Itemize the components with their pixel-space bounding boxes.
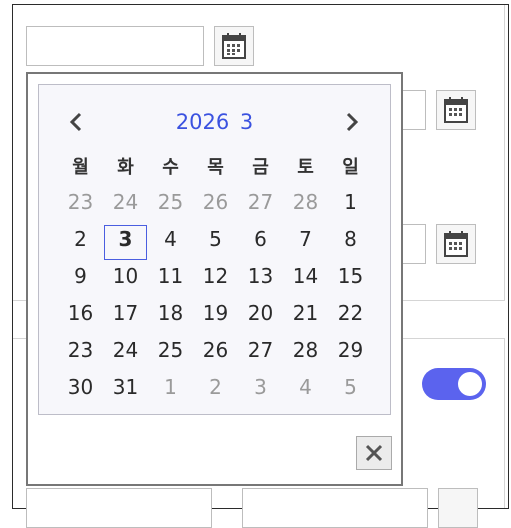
calendar-day[interactable]: 29 (328, 335, 373, 372)
calendar-day[interactable]: 23 (58, 187, 103, 224)
calendar-day[interactable]: 22 (328, 298, 373, 335)
close-icon (365, 444, 383, 462)
chevron-right-icon (346, 112, 359, 132)
calendar-week-row: 30 31 1 2 3 4 5 (58, 372, 373, 409)
calendar-day[interactable]: 1 (148, 372, 193, 409)
calendar-day[interactable]: 2 (193, 372, 238, 409)
calendar-day[interactable]: 28 (283, 187, 328, 224)
calendar-day[interactable]: 1 (328, 187, 373, 224)
weekday-label: 화 (117, 157, 134, 178)
calendar-day[interactable]: 31 (103, 372, 148, 409)
weekday-label: 목 (207, 157, 224, 178)
section-divider (504, 338, 505, 508)
calendar-day[interactable]: 6 (238, 224, 283, 261)
toggle-knob (458, 372, 482, 396)
weekday-label: 월 (72, 157, 89, 178)
calendar-day[interactable]: 5 (193, 224, 238, 261)
calendar-day[interactable]: 25 (148, 187, 193, 224)
calendar-day[interactable]: 10 (103, 261, 148, 298)
calendar-day[interactable]: 19 (193, 298, 238, 335)
calendar-grid: 월 화 수 목 금 토 일 23 24 25 26 27 28 1 2 3 4 5 6 7 8 9 10 11 1… (58, 153, 373, 409)
calendar-day[interactable]: 5 (328, 372, 373, 409)
calendar-day[interactable]: 12 (193, 261, 238, 298)
calendar-day[interactable]: 2 (58, 224, 103, 261)
calendar-day[interactable]: 27 (238, 335, 283, 372)
calendar-day-today[interactable]: 3 (103, 224, 148, 261)
calendar-day[interactable]: 20 (238, 298, 283, 335)
calendar-day[interactable]: 14 (283, 261, 328, 298)
calendar-day[interactable]: 21 (283, 298, 328, 335)
calendar-button[interactable] (436, 224, 476, 264)
toggle-switch[interactable] (422, 368, 486, 400)
month-label: 3 (239, 110, 254, 134)
year-label: 2026 (175, 110, 230, 134)
datepicker-popup: 2026 3 월 화 수 목 금 토 일 23 24 25 26 27 28 1 2 3 4 5 6 7… (26, 72, 403, 486)
calendar-day[interactable]: 13 (238, 261, 283, 298)
calendar-day[interactable]: 24 (103, 335, 148, 372)
weekday-label: 토 (297, 157, 314, 178)
calendar-week-row: 16 17 18 19 20 21 22 (58, 298, 373, 335)
weekday-label: 수 (162, 157, 179, 178)
calendar-day[interactable]: 3 (238, 372, 283, 409)
date-input-bottom-left[interactable] (26, 488, 212, 528)
calendar-day[interactable]: 28 (283, 335, 328, 372)
calendar-week-row: 23 24 25 26 27 28 29 (58, 335, 373, 372)
calendar-day[interactable]: 4 (283, 372, 328, 409)
close-button[interactable] (356, 436, 392, 470)
calendar-day[interactable]: 27 (238, 187, 283, 224)
calendar-day[interactable]: 30 (58, 372, 103, 409)
calendar-button[interactable] (438, 488, 478, 528)
calendar-day[interactable]: 23 (58, 335, 103, 372)
calendar-button[interactable] (436, 90, 476, 130)
date-input-start[interactable] (26, 26, 204, 66)
calendar-icon (444, 231, 468, 257)
calendar-week-row: 9 10 11 12 13 14 15 (58, 261, 373, 298)
calendar-day[interactable]: 26 (193, 335, 238, 372)
calendar-day[interactable]: 25 (148, 335, 193, 372)
calendar-week-row: 23 24 25 26 27 28 1 (58, 187, 373, 224)
calendar-day[interactable]: 24 (103, 187, 148, 224)
weekday-label: 금 (252, 157, 269, 178)
section-divider (504, 5, 505, 301)
calendar-day[interactable]: 11 (148, 261, 193, 298)
weekday-label: 일 (342, 157, 359, 178)
calendar-week-row: 2345678 (58, 224, 373, 261)
date-input-bottom-right[interactable] (242, 488, 428, 528)
calendar-day[interactable]: 7 (283, 224, 328, 261)
calendar-day[interactable]: 4 (148, 224, 193, 261)
weekday-header: 월 화 수 목 금 토 일 (58, 153, 373, 187)
calendar-day[interactable]: 8 (328, 224, 373, 261)
calendar-day[interactable]: 17 (103, 298, 148, 335)
calendar-day[interactable]: 9 (58, 261, 103, 298)
calendar-day[interactable]: 26 (193, 187, 238, 224)
calendar-day[interactable]: 18 (148, 298, 193, 335)
calendar-icon (444, 97, 468, 123)
calendar-icon (222, 33, 246, 59)
next-month-button[interactable] (337, 107, 367, 137)
calendar-day[interactable]: 16 (58, 298, 103, 335)
calendar-button[interactable] (214, 26, 254, 66)
calendar: 2026 3 월 화 수 목 금 토 일 23 24 25 26 27 28 1 2 3 4 5 6 7… (38, 84, 391, 415)
calendar-day[interactable]: 15 (328, 261, 373, 298)
